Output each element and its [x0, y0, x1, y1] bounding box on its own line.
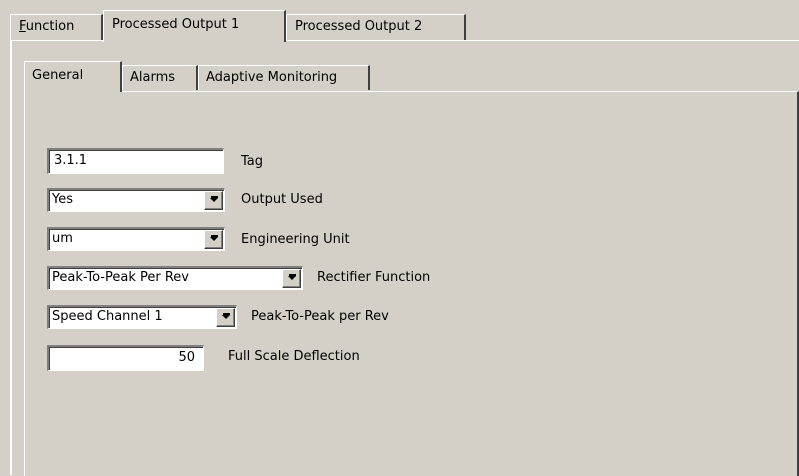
tab-function[interactable]: Function: [10, 14, 103, 40]
tab-processed-output-2[interactable]: Processed Output 2: [286, 14, 466, 40]
output-used-label: Output Used: [241, 192, 323, 207]
tab-general[interactable]: General: [24, 61, 122, 92]
chevron-down-icon: [210, 196, 218, 202]
outer-tab-panel: General Alarms Adaptive Monitoring 3.1.1…: [10, 40, 799, 476]
rectifier-function-dropdown-button[interactable]: [282, 269, 301, 288]
tag-input[interactable]: 3.1.1: [47, 148, 224, 174]
tab-alarms[interactable]: Alarms: [122, 65, 198, 90]
tag-input-value: 3.1.1: [54, 153, 88, 168]
tab-processed-output-2-label: Processed Output 2: [295, 19, 423, 34]
output-used-dropdown-button[interactable]: [204, 191, 223, 210]
engineering-unit-dropdown-button[interactable]: [204, 230, 223, 249]
tab-processed-output-1-label: Processed Output 1: [112, 17, 240, 32]
tab-processed-output-1[interactable]: Processed Output 1: [103, 10, 286, 42]
output-used-select[interactable]: Yes: [47, 188, 225, 212]
tab-general-label: General: [32, 68, 84, 83]
engineering-unit-select[interactable]: um: [47, 227, 225, 251]
dialog-frame: Function Processed Output 1 Processed Ou…: [0, 0, 799, 476]
tab-function-mnemonic: F: [19, 19, 26, 34]
peak-to-peak-label: Peak-To-Peak per Rev: [251, 309, 389, 324]
rectifier-function-select[interactable]: Peak-To-Peak Per Rev: [47, 266, 303, 290]
rectifier-function-label: Rectifier Function: [317, 270, 431, 285]
tab-adaptive-monitoring-label: Adaptive Monitoring: [206, 70, 338, 85]
full-scale-deflection-label: Full Scale Deflection: [228, 349, 360, 364]
engineering-unit-label: Engineering Unit: [241, 232, 350, 247]
peak-to-peak-value: Speed Channel 1: [52, 309, 163, 324]
chevron-down-icon: [210, 235, 218, 241]
full-scale-deflection-input[interactable]: 50: [47, 345, 204, 371]
chevron-down-icon: [288, 274, 296, 280]
engineering-unit-value: um: [52, 231, 73, 246]
rectifier-function-value: Peak-To-Peak Per Rev: [52, 270, 189, 285]
chevron-down-icon: [222, 313, 230, 319]
peak-to-peak-dropdown-button[interactable]: [216, 308, 235, 327]
output-used-value: Yes: [52, 192, 73, 207]
full-scale-deflection-value: 50: [178, 350, 195, 365]
general-panel: 3.1.1 Tag Yes Output Used um Engineering…: [24, 91, 799, 476]
tab-adaptive-monitoring[interactable]: Adaptive Monitoring: [198, 65, 370, 90]
tab-function-label: unction: [25, 19, 75, 34]
tab-alarms-label: Alarms: [130, 70, 176, 85]
tag-label: Tag: [241, 154, 264, 169]
peak-to-peak-select[interactable]: Speed Channel 1: [47, 305, 237, 329]
